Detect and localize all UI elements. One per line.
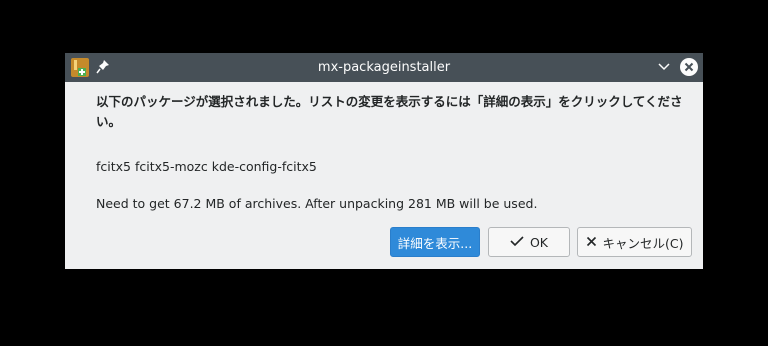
download-size-info: Need to get 67.2 MB of archives. After u…: [96, 196, 538, 211]
ok-button[interactable]: OK: [488, 227, 570, 257]
package-list: fcitx5 fcitx5-mozc kde-config-fcitx5: [96, 159, 317, 174]
ok-label: OK: [529, 234, 549, 250]
close-icon[interactable]: [679, 57, 699, 77]
show-details-label: 詳細を表示...: [397, 235, 473, 251]
checkmark-icon: [510, 235, 524, 250]
show-details-button[interactable]: 詳細を表示...: [390, 227, 480, 257]
selection-message: 以下のパッケージが選択されました。リストの変更を表示するには「詳細の表示」をクリ…: [96, 94, 683, 129]
dialog-window: mx-packageinstaller 以下のパッケージが選択されました。リスト…: [65, 53, 703, 269]
title-bar[interactable]: mx-packageinstaller: [65, 53, 703, 82]
window-title: mx-packageinstaller: [317, 60, 451, 75]
x-icon: [586, 235, 597, 250]
cancel-label: キャンセル(C): [602, 235, 684, 251]
cancel-button[interactable]: キャンセル(C): [577, 227, 692, 257]
chevron-down-icon[interactable]: [656, 59, 672, 75]
